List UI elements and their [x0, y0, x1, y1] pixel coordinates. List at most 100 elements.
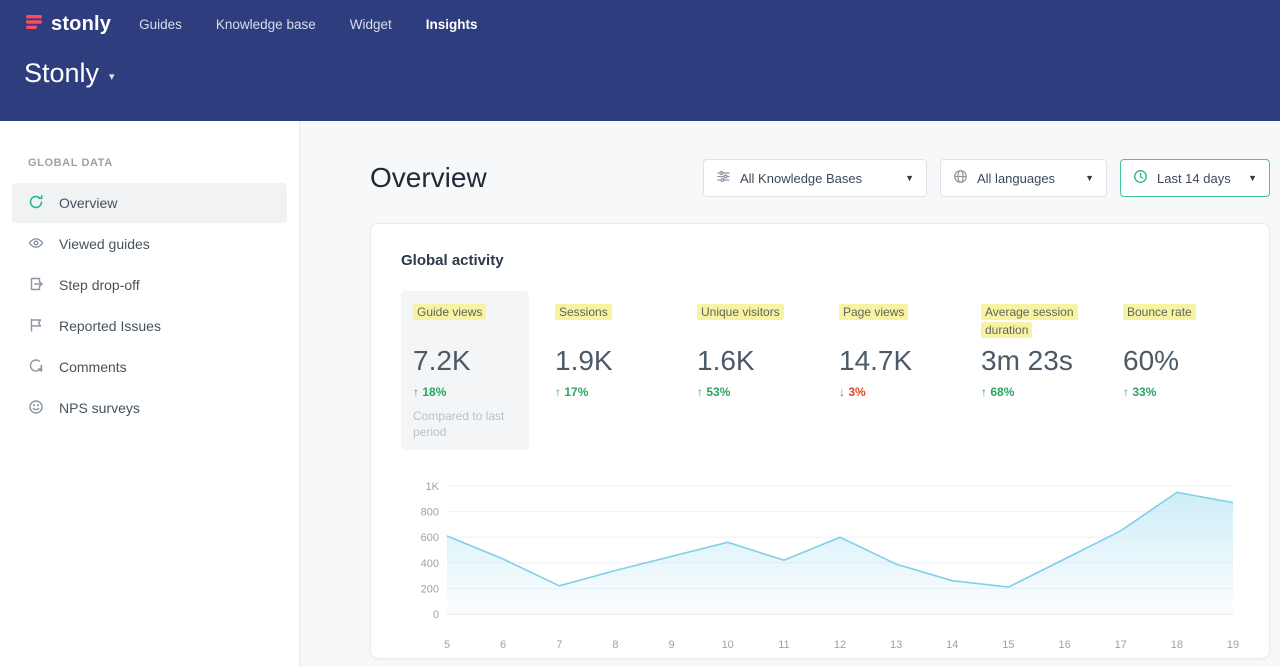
sidebar-item-label: Overview [59, 195, 117, 211]
sidebar-item-label: Reported Issues [59, 318, 161, 334]
metric-change: ↑ 53% [697, 385, 801, 399]
language-filter-value: All languages [977, 171, 1055, 186]
metric-label: Average session duration [981, 304, 1078, 338]
svg-text:5: 5 [444, 639, 450, 651]
knowledge-base-filter-value: All Knowledge Bases [740, 171, 862, 186]
metric-label: Guide views [413, 304, 486, 320]
eye-icon [28, 235, 44, 254]
card-title: Global activity [401, 252, 1239, 269]
clock-icon [1133, 169, 1148, 187]
svg-text:16: 16 [1058, 639, 1070, 651]
metrics-row: Guide views 7.2K ↑ 18% Compared to last … [401, 291, 1239, 450]
sidebar-item-reported-issues[interactable]: Reported Issues [12, 306, 287, 346]
sidebar-item-comments[interactable]: Comments [12, 347, 287, 387]
flag-icon [28, 317, 44, 336]
comment-icon [28, 358, 44, 377]
sidebar-item-overview[interactable]: Overview [12, 183, 287, 223]
arrow-up-icon: ↑ [413, 385, 419, 399]
metric-change: ↑ 17% [555, 385, 659, 399]
svg-text:9: 9 [669, 639, 675, 651]
metric-change: ↓ 3% [839, 385, 943, 399]
metric-value: 14.7K [839, 345, 943, 377]
metric-page-views[interactable]: Page views 14.7K ↓ 3% [827, 291, 955, 450]
app-header: stonly Guides Knowledge base Widget Insi… [0, 0, 1280, 121]
filters: All Knowledge Bases ▼ All languages ▼ [703, 159, 1270, 197]
arrow-up-icon: ↑ [981, 385, 987, 399]
svg-text:17: 17 [1115, 639, 1127, 651]
top-navigation: stonly Guides Knowledge base Widget Insi… [0, 0, 1280, 38]
smiley-icon [28, 399, 44, 418]
svg-text:12: 12 [834, 639, 846, 651]
stonly-logo[interactable]: stonly [24, 12, 111, 37]
svg-text:13: 13 [890, 639, 902, 651]
nav-item-widget[interactable]: Widget [350, 17, 392, 32]
sidebar-item-label: Comments [59, 359, 127, 375]
nav-item-insights[interactable]: Insights [426, 17, 478, 32]
metric-label: Sessions [555, 304, 612, 320]
date-range-filter-value: Last 14 days [1157, 171, 1231, 186]
svg-text:0: 0 [433, 609, 439, 621]
arrow-up-icon: ↑ [1123, 385, 1129, 399]
metric-guide-views[interactable]: Guide views 7.2K ↑ 18% Compared to last … [401, 291, 529, 450]
metric-unique-visitors[interactable]: Unique visitors 1.6K ↑ 53% [685, 291, 813, 450]
metric-value: 1.6K [697, 345, 801, 377]
chevron-down-icon: ▼ [1085, 173, 1094, 183]
svg-text:1K: 1K [426, 481, 440, 493]
sidebar-item-label: NPS surveys [59, 400, 140, 416]
metric-change: ↑ 33% [1123, 385, 1227, 399]
svg-text:19: 19 [1227, 639, 1239, 651]
svg-text:800: 800 [421, 507, 439, 519]
arrow-up-icon: ↑ [555, 385, 561, 399]
global-activity-card: Global activity Guide views 7.2K ↑ 18% C… [370, 223, 1270, 659]
logo-text: stonly [51, 13, 111, 36]
sidebar-item-step-drop-off[interactable]: Step drop-off [12, 265, 287, 305]
workspace-selector[interactable]: Stonly ▾ [0, 38, 1280, 89]
metric-avg-session-duration[interactable]: Average session duration 3m 23s ↑ 68% [969, 291, 1097, 450]
svg-text:8: 8 [612, 639, 618, 651]
area-chart: 1K80060040020005678910111213141516171819 [401, 476, 1241, 662]
svg-text:15: 15 [1002, 639, 1014, 651]
stonly-logo-icon [24, 12, 44, 37]
metric-value: 3m 23s [981, 345, 1085, 377]
metric-value: 60% [1123, 345, 1227, 377]
arrow-up-icon: ↑ [697, 385, 703, 399]
svg-text:400: 400 [421, 558, 439, 570]
metric-value: 1.9K [555, 345, 659, 377]
activity-icon [28, 194, 44, 213]
nav-item-knowledge-base[interactable]: Knowledge base [216, 17, 316, 32]
sidebar-item-nps-surveys[interactable]: NPS surveys [12, 388, 287, 428]
metric-change: ↑ 18% [413, 385, 517, 399]
arrow-down-icon: ↓ [839, 385, 845, 399]
sliders-icon [716, 169, 731, 187]
chevron-down-icon: ▾ [109, 70, 115, 83]
svg-text:11: 11 [778, 639, 789, 651]
activity-chart: 1K80060040020005678910111213141516171819 [401, 476, 1239, 662]
metric-label: Page views [839, 304, 908, 320]
nav-item-guides[interactable]: Guides [139, 17, 182, 32]
page-title: Overview [370, 162, 487, 194]
sidebar-item-label: Step drop-off [59, 277, 140, 293]
metric-change: ↑ 68% [981, 385, 1085, 399]
metric-label: Bounce rate [1123, 304, 1196, 320]
metric-compare-note: Compared to last period [413, 408, 517, 440]
language-filter[interactable]: All languages ▼ [940, 159, 1107, 197]
svg-text:14: 14 [946, 639, 958, 651]
sidebar-item-viewed-guides[interactable]: Viewed guides [12, 224, 287, 264]
metric-value: 7.2K [413, 345, 517, 377]
metric-sessions[interactable]: Sessions 1.9K ↑ 17% [543, 291, 671, 450]
metric-bounce-rate[interactable]: Bounce rate 60% ↑ 33% [1111, 291, 1239, 450]
globe-icon [953, 169, 968, 187]
svg-text:6: 6 [500, 639, 506, 651]
chevron-down-icon: ▼ [1248, 173, 1257, 183]
workspace-title: Stonly [24, 58, 99, 89]
page-exit-icon [28, 276, 44, 295]
svg-text:200: 200 [421, 583, 439, 595]
sidebar-section-title: GLOBAL DATA [28, 157, 299, 169]
knowledge-base-filter[interactable]: All Knowledge Bases ▼ [703, 159, 927, 197]
svg-text:10: 10 [722, 639, 734, 651]
main-content: Overview All Knowledge Bases ▼ [301, 121, 1280, 667]
svg-text:7: 7 [556, 639, 562, 651]
date-range-filter[interactable]: Last 14 days ▼ [1120, 159, 1270, 197]
sidebar: GLOBAL DATA Overview Viewed guides Step … [0, 121, 300, 667]
nav-items: Guides Knowledge base Widget Insights [139, 17, 477, 32]
